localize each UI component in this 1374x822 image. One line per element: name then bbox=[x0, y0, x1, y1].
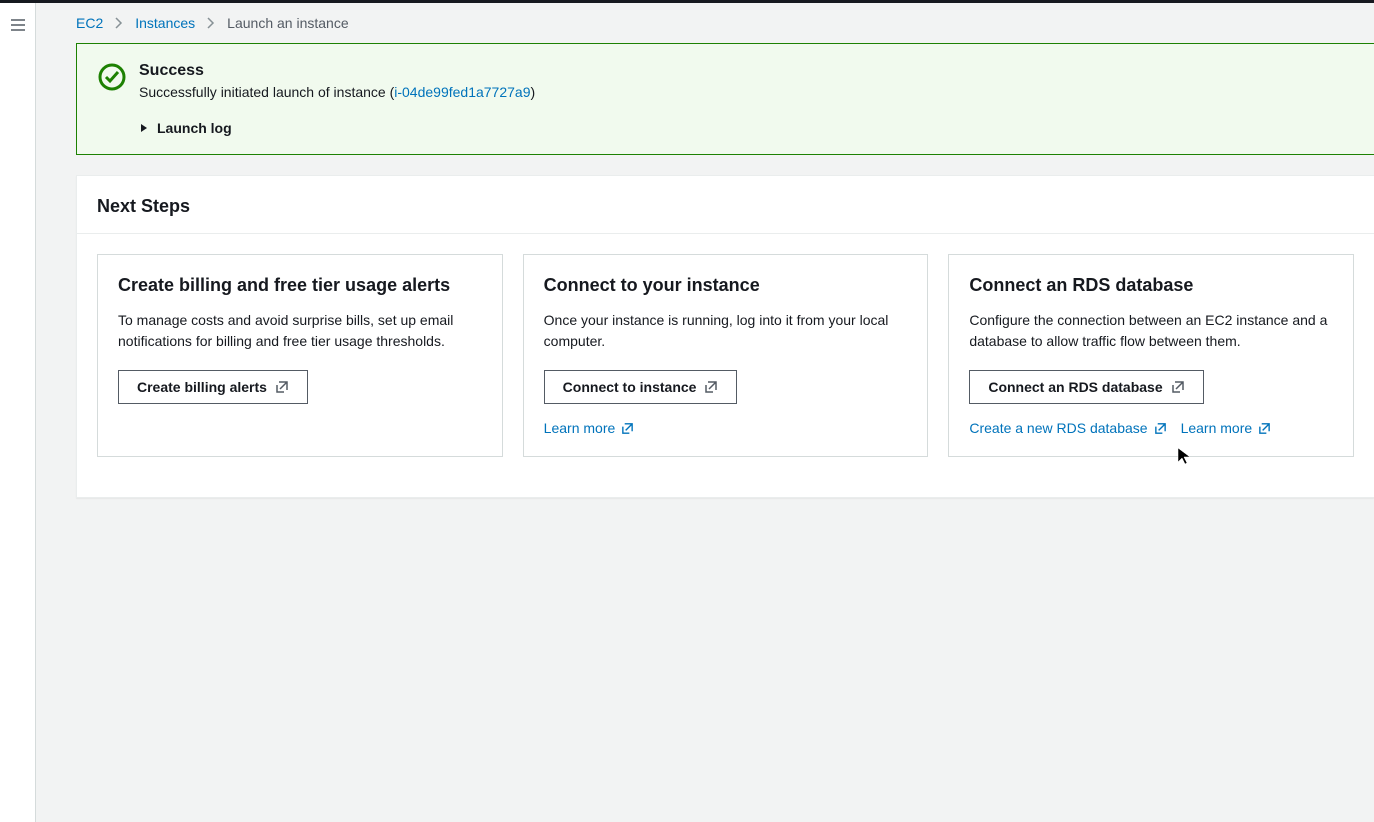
card-title: Connect to your instance bbox=[544, 275, 908, 296]
external-link-icon bbox=[621, 422, 634, 435]
connect-rds-database-button[interactable]: Connect an RDS database bbox=[969, 370, 1203, 404]
card-billing-alerts: Create billing and free tier usage alert… bbox=[97, 254, 503, 457]
hamburger-icon[interactable] bbox=[10, 17, 26, 33]
card-title: Create billing and free tier usage alert… bbox=[118, 275, 482, 296]
caret-right-icon bbox=[139, 123, 149, 133]
button-label: Create billing alerts bbox=[137, 379, 267, 395]
success-message: Successfully initiated launch of instanc… bbox=[139, 84, 1354, 100]
success-check-icon bbox=[97, 62, 127, 92]
create-new-rds-link[interactable]: Create a new RDS database bbox=[969, 420, 1166, 436]
card-description: To manage costs and avoid surprise bills… bbox=[118, 310, 482, 352]
launch-log-toggle[interactable]: Launch log bbox=[139, 120, 1354, 136]
external-link-icon bbox=[1154, 422, 1167, 435]
breadcrumb-current: Launch an instance bbox=[227, 15, 348, 31]
instance-id-link[interactable]: i-04de99fed1a7727a9 bbox=[394, 84, 530, 100]
launch-log-label: Launch log bbox=[157, 120, 232, 136]
external-link-icon bbox=[1258, 422, 1271, 435]
button-label: Connect to instance bbox=[563, 379, 697, 395]
cards-row: Create billing and free tier usage alert… bbox=[77, 234, 1374, 457]
external-link-icon bbox=[275, 380, 289, 394]
breadcrumb-instances[interactable]: Instances bbox=[135, 15, 195, 31]
success-msg-prefix: Successfully initiated launch of instanc… bbox=[139, 84, 394, 100]
card-connect-instance: Connect to your instance Once your insta… bbox=[523, 254, 929, 457]
connect-to-instance-button[interactable]: Connect to instance bbox=[544, 370, 738, 404]
success-msg-suffix: ) bbox=[531, 84, 536, 100]
button-label: Connect an RDS database bbox=[988, 379, 1162, 395]
breadcrumb-ec2[interactable]: EC2 bbox=[76, 15, 103, 31]
breadcrumb: EC2 Instances Launch an instance bbox=[36, 3, 1374, 43]
success-title: Success bbox=[139, 62, 1354, 80]
create-billing-alerts-button[interactable]: Create billing alerts bbox=[118, 370, 308, 404]
card-connect-rds: Connect an RDS database Configure the co… bbox=[948, 254, 1354, 457]
next-steps-panel: Next Steps Create billing and free tier … bbox=[76, 175, 1374, 498]
chevron-right-icon bbox=[205, 17, 217, 29]
sidebar-toggle-column bbox=[0, 3, 36, 822]
chevron-right-icon bbox=[113, 17, 125, 29]
success-banner: Success Successfully initiated launch of… bbox=[76, 43, 1374, 155]
card-title: Connect an RDS database bbox=[969, 275, 1333, 296]
main-content: EC2 Instances Launch an instance Success… bbox=[36, 3, 1374, 822]
link-label: Learn more bbox=[544, 420, 616, 436]
link-label: Create a new RDS database bbox=[969, 420, 1147, 436]
next-steps-title: Next Steps bbox=[97, 196, 1354, 217]
link-label: Learn more bbox=[1181, 420, 1253, 436]
card-description: Once your instance is running, log into … bbox=[544, 310, 908, 352]
external-link-icon bbox=[704, 380, 718, 394]
learn-more-rds-link[interactable]: Learn more bbox=[1181, 420, 1272, 436]
next-steps-header: Next Steps bbox=[77, 176, 1374, 234]
learn-more-connect-link[interactable]: Learn more bbox=[544, 420, 635, 436]
card-description: Configure the connection between an EC2 … bbox=[969, 310, 1333, 352]
external-link-icon bbox=[1171, 380, 1185, 394]
